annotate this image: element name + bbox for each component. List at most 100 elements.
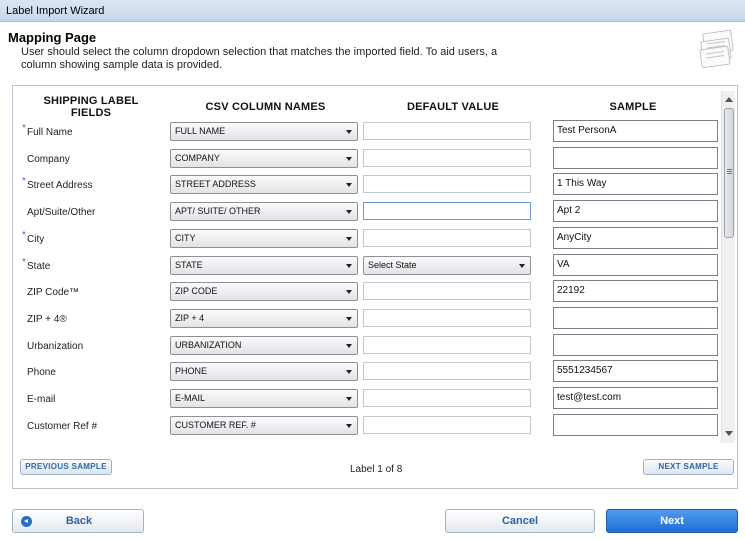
csv-column-value: E-MAIL bbox=[175, 393, 206, 403]
default-value-input[interactable] bbox=[363, 282, 531, 301]
sample-value-text: 1 This Way bbox=[557, 178, 607, 190]
csv-column-dropdown[interactable]: FULL NAME bbox=[170, 122, 358, 141]
sample-value-text: 5551234567 bbox=[557, 365, 613, 377]
csv-column-dropdown[interactable]: ZIP + 4 bbox=[170, 308, 358, 328]
sample-value-field: test@test.com bbox=[553, 387, 718, 409]
csv-column-value: CITY bbox=[175, 232, 196, 243]
csv-column-dropdown[interactable]: APT/ SUITE/ OTHER bbox=[170, 202, 358, 222]
csv-column-value: STREET ADDRESS bbox=[175, 179, 256, 190]
sample-value-field: Test PersonA bbox=[553, 120, 718, 142]
field-label: Street Address bbox=[27, 180, 93, 192]
sample-value-field: VA bbox=[553, 253, 718, 276]
grip-line bbox=[727, 171, 732, 172]
default-value-input[interactable] bbox=[363, 415, 531, 434]
sample-value-field: AnyCity bbox=[553, 226, 718, 249]
field-label: E-mail bbox=[27, 394, 56, 405]
csv-column-dropdown[interactable]: ZIP CODE bbox=[170, 282, 358, 302]
default-value-input[interactable] bbox=[363, 228, 531, 247]
back-button-label: Back bbox=[65, 515, 93, 527]
chevron-down-icon bbox=[346, 236, 352, 241]
field-label: Urbanization bbox=[27, 340, 84, 352]
next-sample-button[interactable]: NEXT SAMPLE bbox=[643, 459, 734, 475]
label-sheets-icon bbox=[699, 30, 734, 69]
sample-value-text: Test PersonA bbox=[557, 125, 617, 136]
cancel-button[interactable]: Cancel bbox=[445, 509, 595, 533]
grip-line bbox=[727, 169, 732, 170]
csv-column-dropdown[interactable]: E-MAIL bbox=[170, 389, 358, 408]
window-titlebar: Label Import Wizard bbox=[0, 0, 745, 22]
chevron-down-icon bbox=[346, 397, 352, 401]
csv-column-dropdown[interactable]: PHONE bbox=[170, 362, 358, 382]
chevron-down-icon bbox=[346, 370, 352, 375]
chevron-down-icon bbox=[346, 343, 352, 348]
csv-column-value: COMPANY bbox=[175, 152, 220, 163]
scroll-down-arrow-icon[interactable] bbox=[725, 431, 733, 436]
default-value-input[interactable] bbox=[363, 335, 531, 354]
csv-column-dropdown[interactable]: CITY bbox=[170, 228, 358, 248]
page-title: Mapping Page bbox=[8, 30, 97, 45]
sample-value-text: AnyCity bbox=[557, 231, 592, 243]
mapping-row: Urbanization URBANIZATION bbox=[13, 333, 721, 361]
scroll-thumb[interactable] bbox=[724, 108, 734, 238]
sample-value-field bbox=[553, 413, 718, 436]
sample-value-field bbox=[553, 146, 718, 169]
default-value-input[interactable] bbox=[363, 308, 531, 327]
default-value-input[interactable] bbox=[363, 202, 531, 221]
field-label: ZIP Code™ bbox=[27, 287, 80, 299]
chevron-down-icon bbox=[519, 263, 525, 268]
csv-column-dropdown[interactable]: STATE bbox=[170, 255, 358, 275]
default-value-input[interactable] bbox=[363, 148, 531, 167]
chevron-down-icon bbox=[346, 290, 352, 295]
page-description: User should select the column dropdown s… bbox=[21, 46, 498, 71]
csv-column-dropdown[interactable]: CUSTOMER REF. # bbox=[170, 415, 358, 435]
csv-column-value: STATE bbox=[175, 259, 203, 270]
csv-column-value: APT/ SUITE/ OTHER bbox=[175, 206, 261, 217]
csv-column-dropdown[interactable]: URBANIZATION bbox=[170, 335, 358, 355]
sample-value-text: test@test.com bbox=[557, 392, 622, 403]
sample-value-text: Apt 2 bbox=[557, 205, 581, 217]
required-marker: * bbox=[22, 256, 26, 268]
field-label: Company bbox=[27, 153, 70, 165]
sample-value-field bbox=[553, 306, 718, 329]
default-value-input[interactable] bbox=[363, 389, 531, 407]
vertical-scrollbar[interactable] bbox=[721, 91, 735, 443]
sample-value-text: 22192 bbox=[557, 285, 585, 297]
field-label: City bbox=[27, 233, 45, 245]
label-counter: Label 1 of 8 bbox=[350, 464, 403, 475]
field-label: Phone bbox=[27, 367, 56, 379]
window-title: Label Import Wizard bbox=[6, 5, 105, 17]
column-header-sample: SAMPLE bbox=[609, 101, 657, 113]
csv-column-dropdown[interactable]: COMPANY bbox=[170, 148, 358, 168]
mapping-row: Customer Ref # CUSTOMER REF. # bbox=[13, 413, 721, 441]
sample-value-field bbox=[553, 333, 718, 356]
default-value-input[interactable] bbox=[363, 362, 531, 381]
chevron-down-icon bbox=[346, 130, 352, 134]
sample-value-text: VA bbox=[557, 258, 570, 270]
required-marker: * bbox=[22, 229, 26, 241]
csv-column-value: ZIP + 4 bbox=[175, 312, 205, 323]
required-marker: * bbox=[22, 123, 26, 134]
chevron-down-icon bbox=[346, 263, 352, 268]
csv-column-value: ZIP CODE bbox=[175, 286, 218, 297]
mapping-row: * State STATE Select State VA bbox=[13, 253, 721, 281]
mapping-panel: SHIPPING LABEL FIELDS CSV COLUMN NAMES D… bbox=[12, 85, 738, 489]
column-header-csv: CSV COLUMN NAMES bbox=[205, 101, 326, 113]
previous-sample-button[interactable]: PREVIOUS SAMPLE bbox=[20, 459, 112, 475]
csv-column-value: PHONE bbox=[175, 366, 208, 377]
default-value-dropdown[interactable]: Select State bbox=[363, 255, 531, 275]
field-label: Apt/Suite/Other bbox=[27, 207, 96, 219]
field-label: State bbox=[27, 260, 51, 272]
csv-column-value: FULL NAME bbox=[175, 126, 226, 136]
sample-value-field: 5551234567 bbox=[553, 360, 718, 383]
sample-value-field: Apt 2 bbox=[553, 200, 718, 223]
scroll-up-arrow-icon[interactable] bbox=[725, 97, 733, 102]
chevron-down-icon bbox=[346, 210, 352, 215]
csv-column-dropdown[interactable]: STREET ADDRESS bbox=[170, 175, 358, 195]
back-button[interactable]: Back bbox=[12, 509, 144, 533]
next-button[interactable]: Next bbox=[606, 509, 738, 533]
mapping-row: Company COMPANY bbox=[13, 146, 721, 174]
default-value-input[interactable] bbox=[363, 122, 531, 140]
page-header: Mapping Page User should select the colu… bbox=[0, 22, 745, 80]
default-value-input[interactable] bbox=[363, 175, 531, 194]
default-value-text: Select State bbox=[368, 259, 417, 270]
